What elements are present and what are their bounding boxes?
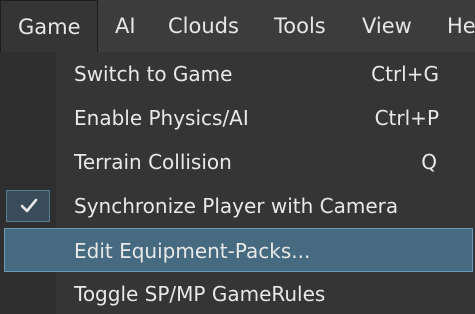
menu-item-terrain-collision[interactable]: Terrain Collision Q <box>0 140 475 184</box>
menu-item-label: Switch to Game <box>74 62 233 86</box>
menu-game[interactable]: Game <box>0 0 98 52</box>
menu-item-shortcut: Ctrl+P <box>374 106 439 130</box>
menu-item-label: Enable Physics/AI <box>74 106 249 130</box>
menu-help[interactable]: He <box>447 0 475 52</box>
menu-item-switch-to-game[interactable]: Switch to Game Ctrl+G <box>0 52 475 96</box>
menu-clouds[interactable]: Clouds <box>168 0 239 52</box>
menu-item-enable-physics-ai[interactable]: Enable Physics/AI Ctrl+P <box>0 96 475 140</box>
editor-window: Game AI Clouds Tools View He Switch to G… <box>0 0 475 314</box>
menu-item-label: Synchronize Player with Camera <box>74 194 399 218</box>
game-menu-dropdown: Switch to Game Ctrl+G Enable Physics/AI … <box>0 52 475 314</box>
checkmark-icon <box>6 190 50 222</box>
menu-tools[interactable]: Tools <box>274 0 326 52</box>
menu-ai[interactable]: AI <box>115 0 136 52</box>
menu-item-label: Terrain Collision <box>74 150 232 174</box>
menu-item-shortcut: Ctrl+G <box>371 62 439 86</box>
menu-item-label: Edit Equipment-Packs... <box>74 239 311 263</box>
menu-view[interactable]: View <box>362 0 412 52</box>
menu-item-toggle-sp-mp-gamerules[interactable]: Toggle SP/MP GameRules <box>0 272 475 314</box>
menu-item-edit-equipment-packs[interactable]: Edit Equipment-Packs... <box>4 228 473 272</box>
menu-bar: Game AI Clouds Tools View He <box>0 0 475 53</box>
menu-item-shortcut: Q <box>421 150 437 174</box>
menu-item-synchronize-player-camera[interactable]: Synchronize Player with Camera <box>0 184 475 228</box>
menu-item-label: Toggle SP/MP GameRules <box>74 282 326 306</box>
